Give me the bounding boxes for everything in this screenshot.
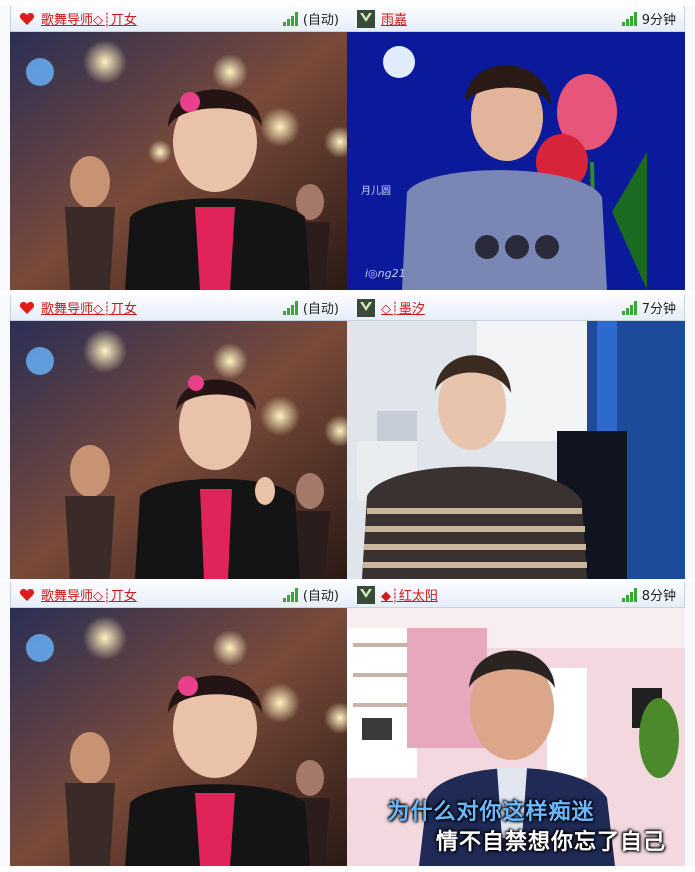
video-row-1: 歌舞导师◇┊丌女 (自动) 雨嘉 9分钟 月儿圆 i◎ng21: [0, 6, 695, 290]
mic-mode-status: (自动): [302, 13, 339, 28]
online-duration-status: 9分钟: [641, 13, 676, 28]
heart-icon[interactable]: [19, 11, 35, 27]
online-duration-status: 7分钟: [641, 302, 676, 317]
signal-strength-icon: [621, 11, 637, 26]
user-name-link[interactable]: ◇┊墨汐: [381, 298, 621, 317]
video-watermark: i◎ng21: [365, 267, 406, 280]
video-row-2: 歌舞导师◇┊丌女 (自动) ◇┊墨汐 7分钟: [0, 295, 695, 579]
mic-mode-status: (自动): [302, 302, 339, 317]
online-duration-status: 8分钟: [641, 589, 676, 604]
signal-strength-icon: [621, 300, 637, 315]
stage-background-image: [10, 32, 347, 290]
signal-strength-icon: [282, 300, 298, 315]
lyric-line-next: 情不自禁想你忘了自己: [435, 830, 666, 855]
stage-background-image: [10, 321, 347, 579]
video-panel-host[interactable]: 歌舞导师◇┊丌女 (自动): [10, 582, 347, 866]
karaoke-lyrics: 为什么对你这样痴迷 情不自禁想你忘了自己: [347, 798, 685, 858]
panel-titlebar: ◇┊墨汐 7分钟: [347, 295, 685, 321]
user-name-link[interactable]: 歌舞导师◇┊丌女: [41, 585, 282, 604]
video-row-3: 歌舞导师◇┊丌女 (自动) ◆┊红太阳 8分钟 为什么对你这样痴迷 情不自禁想你…: [0, 582, 695, 866]
night-rose-background-image: [347, 32, 685, 290]
bedroom-background-image: [347, 321, 685, 579]
user-name-link[interactable]: ◆┊红太阳: [381, 585, 621, 604]
video-panel-host[interactable]: 歌舞导师◇┊丌女 (自动): [10, 295, 347, 579]
stage-background-image: [10, 608, 347, 866]
user-avatar-icon[interactable]: [357, 298, 375, 317]
user-avatar-icon[interactable]: [357, 585, 375, 604]
video-feed[interactable]: [10, 32, 347, 290]
signal-strength-icon: [621, 587, 637, 602]
video-panel-host[interactable]: 歌舞导师◇┊丌女 (自动): [10, 6, 347, 290]
lyric-line-current: 为什么对你这样痴迷: [387, 800, 595, 825]
video-overlay-caption: 月儿圆: [361, 186, 391, 197]
video-feed[interactable]: [10, 608, 347, 866]
mic-mode-status: (自动): [302, 589, 339, 604]
user-name-link[interactable]: 歌舞导师◇┊丌女: [41, 298, 282, 317]
panel-titlebar: 歌舞导师◇┊丌女 (自动): [10, 582, 347, 608]
panel-titlebar: 歌舞导师◇┊丌女 (自动): [10, 295, 347, 321]
video-feed[interactable]: 月儿圆 i◎ng21: [347, 32, 685, 290]
user-name-link[interactable]: 雨嘉: [381, 9, 621, 28]
video-panel-guest[interactable]: 雨嘉 9分钟 月儿圆 i◎ng21: [347, 6, 685, 290]
signal-strength-icon: [282, 11, 298, 26]
panel-titlebar: 歌舞导师◇┊丌女 (自动): [10, 6, 347, 32]
video-panel-guest[interactable]: ◆┊红太阳 8分钟 为什么对你这样痴迷 情不自禁想你忘了自己: [347, 582, 685, 866]
video-feed[interactable]: [10, 321, 347, 579]
video-panel-guest[interactable]: ◇┊墨汐 7分钟: [347, 295, 685, 579]
user-name-link[interactable]: 歌舞导师◇┊丌女: [41, 9, 282, 28]
panel-titlebar: ◆┊红太阳 8分钟: [347, 582, 685, 608]
signal-strength-icon: [282, 587, 298, 602]
heart-icon[interactable]: [19, 300, 35, 316]
panel-titlebar: 雨嘉 9分钟: [347, 6, 685, 32]
user-avatar-icon[interactable]: [357, 9, 375, 28]
heart-icon[interactable]: [19, 587, 35, 603]
video-feed[interactable]: [347, 321, 685, 579]
video-feed[interactable]: 为什么对你这样痴迷 情不自禁想你忘了自己: [347, 608, 685, 866]
